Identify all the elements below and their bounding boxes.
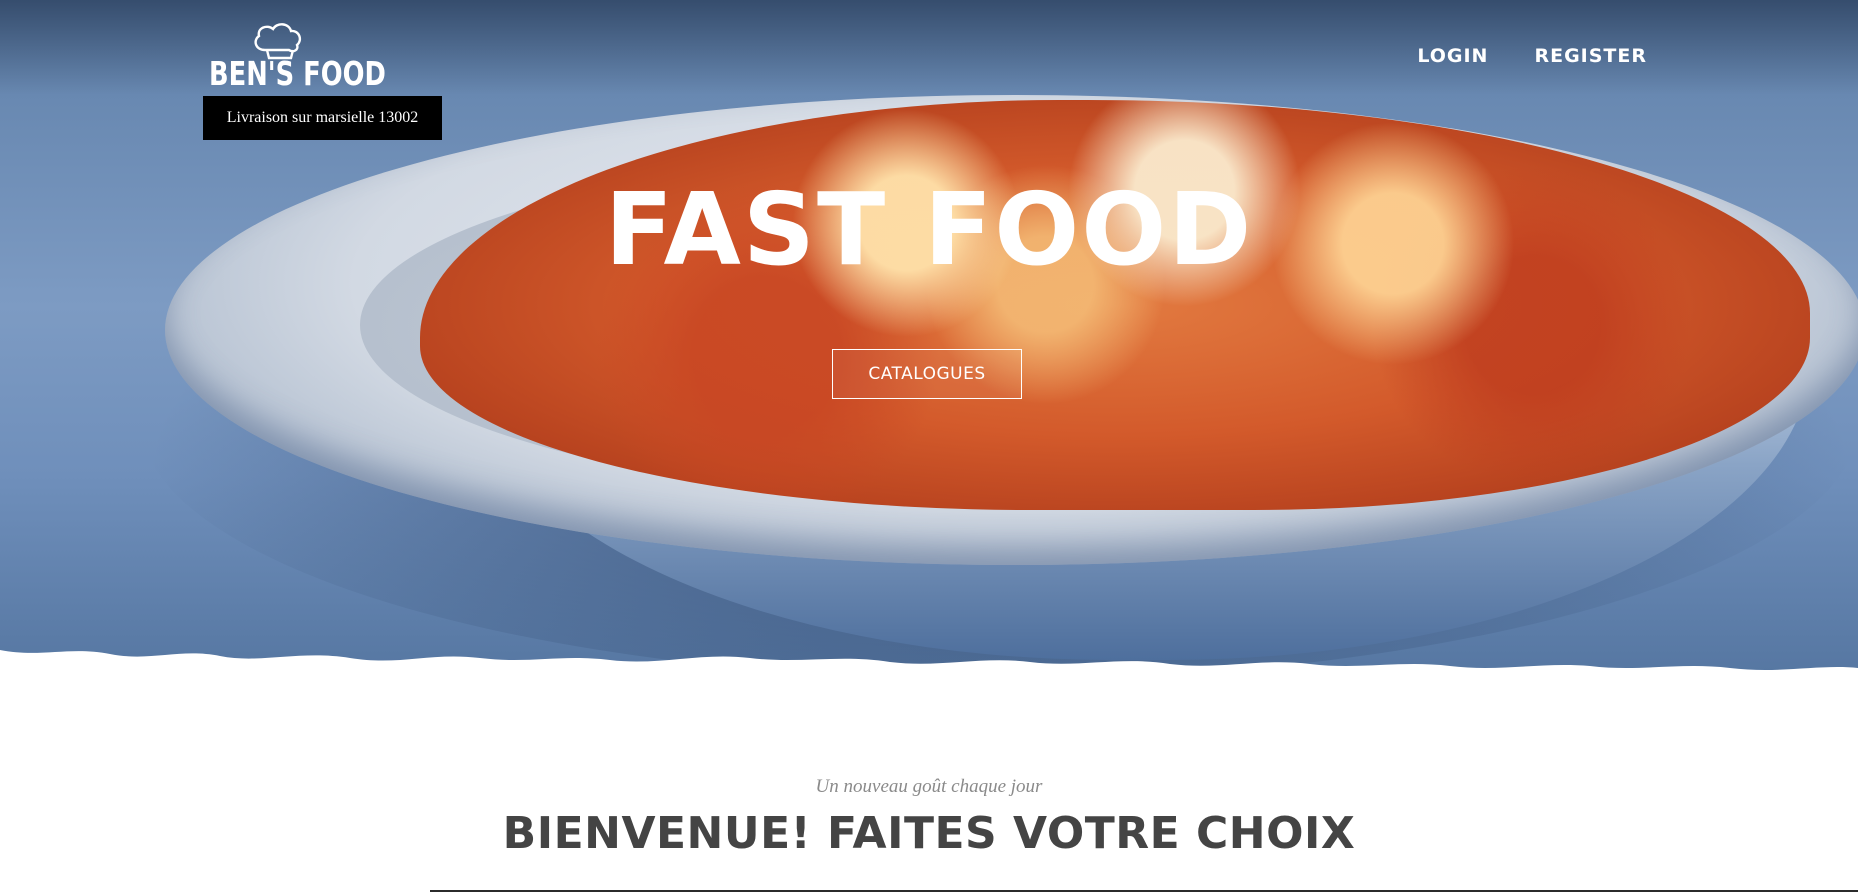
top-nav: LOGIN REGISTER: [1417, 45, 1647, 67]
hero-title: FAST FOOD: [604, 171, 1254, 288]
brand-logo[interactable]: BEN'S FOOD: [207, 20, 386, 98]
delivery-badge: Livraison sur marsielle 13002: [203, 96, 442, 140]
login-link[interactable]: LOGIN: [1417, 45, 1488, 67]
logo-text: BEN'S FOOD: [209, 54, 386, 93]
catalogues-button[interactable]: CATALOGUES: [832, 349, 1022, 399]
brush-stroke-divider: [0, 640, 1858, 680]
welcome-heading: BIENVENUE! FAITES VOTRE CHOIX: [502, 808, 1356, 859]
tagline: Un nouveau goût chaque jour: [815, 776, 1043, 797]
register-link[interactable]: REGISTER: [1534, 45, 1647, 67]
